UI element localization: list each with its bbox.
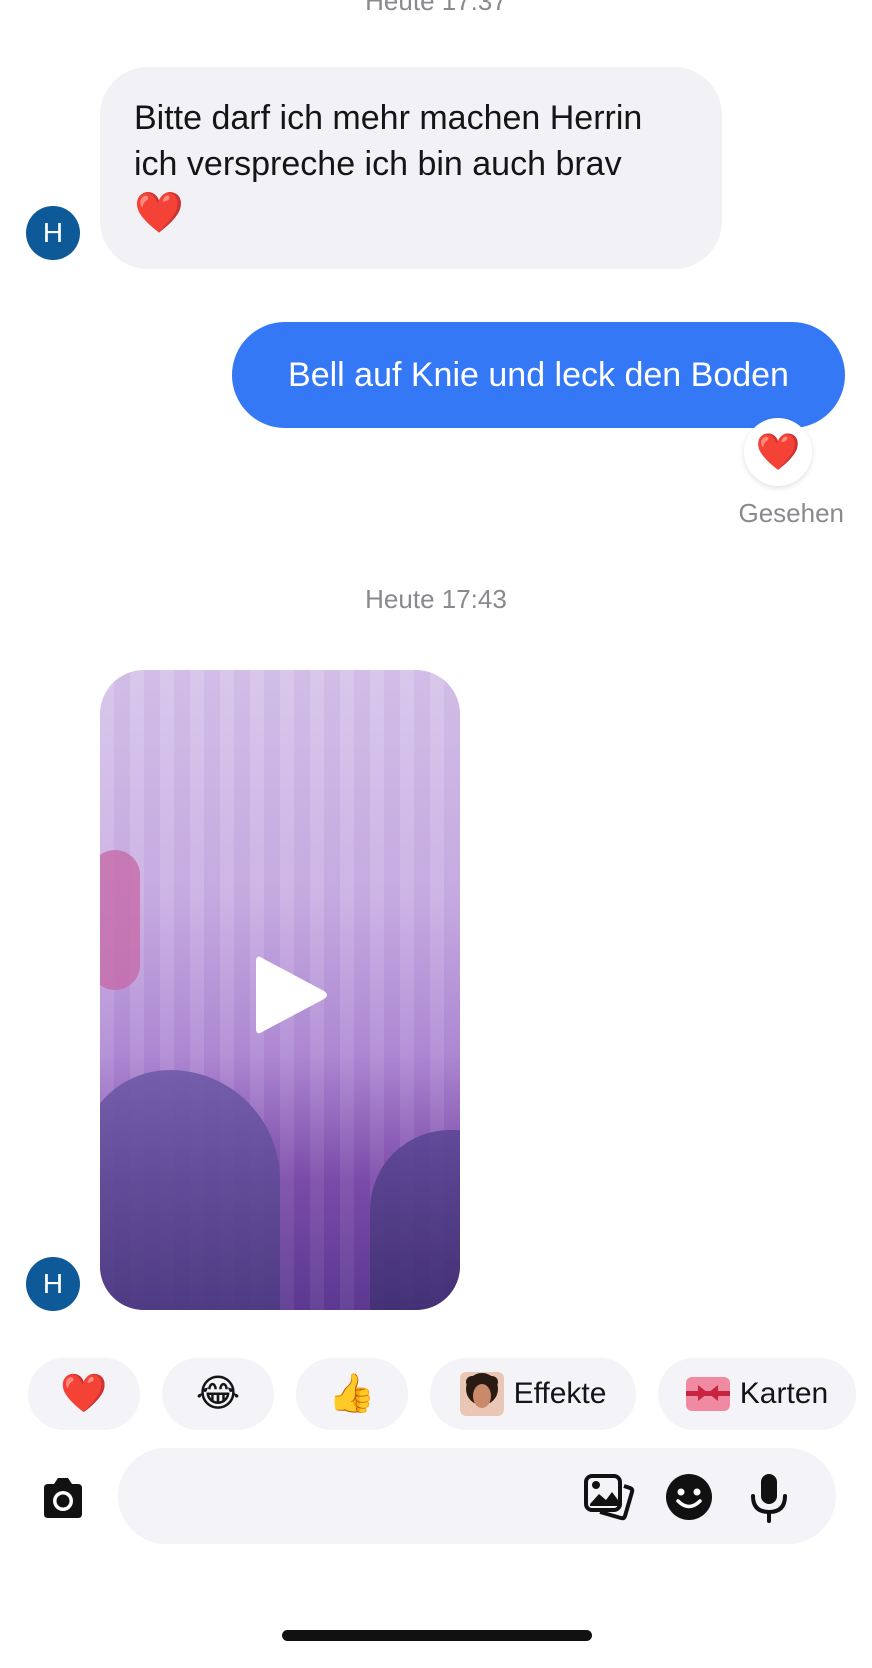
gift-card-icon — [685, 1377, 730, 1411]
cards-label: Karten — [739, 1377, 829, 1410]
play-icon[interactable] — [250, 950, 330, 1040]
cards-button[interactable]: Karten — [658, 1358, 856, 1430]
avatar[interactable]: H — [26, 1257, 80, 1311]
video-message[interactable] — [100, 670, 460, 1310]
video-thumbnail-detail — [100, 850, 140, 990]
microphone-icon[interactable] — [742, 1470, 796, 1524]
photo-gallery-icon[interactable] — [582, 1470, 636, 1524]
effects-label: Effekte — [513, 1377, 607, 1410]
quick-reply-laugh[interactable]: 😂 — [162, 1358, 274, 1430]
incoming-message-bubble[interactable]: Bitte darf ich mehr machen Herrin ich ve… — [100, 67, 722, 269]
effects-avatar-icon — [459, 1372, 504, 1416]
quick-reply-thumbs-up[interactable]: 👍 — [296, 1358, 408, 1430]
heart-reaction[interactable]: ❤️ — [744, 418, 812, 486]
outgoing-message-bubble[interactable]: Bell auf Knie und leck den Boden — [232, 322, 845, 428]
heart-emoji: ❤️ — [134, 191, 184, 235]
timestamp-top: Heute 17:37 — [365, 0, 507, 16]
message-composer — [118, 1448, 836, 1544]
thumbs-up-emoji: 👍 — [328, 1373, 376, 1415]
effects-button[interactable]: Effekte — [430, 1358, 636, 1430]
message-input[interactable] — [146, 1448, 586, 1544]
incoming-message-line: ich verspreche ich bin auch brav — [134, 145, 622, 183]
laugh-emoji: 😂 — [195, 1373, 241, 1415]
seen-status: Gesehen — [738, 498, 844, 528]
home-indicator — [282, 1630, 592, 1641]
sticker-icon[interactable] — [662, 1470, 716, 1524]
incoming-message-line: Bitte darf ich mehr machen Herrin — [134, 99, 643, 137]
heart-emoji: ❤️ — [60, 1373, 108, 1415]
avatar[interactable]: H — [26, 206, 80, 260]
camera-icon[interactable] — [36, 1472, 90, 1526]
quick-reply-heart[interactable]: ❤️ — [28, 1358, 140, 1430]
timestamp-mid: Heute 17:43 — [365, 584, 507, 614]
quick-reply-bar: ❤️ 😂 👍 Effekte Karten — [0, 1358, 872, 1430]
